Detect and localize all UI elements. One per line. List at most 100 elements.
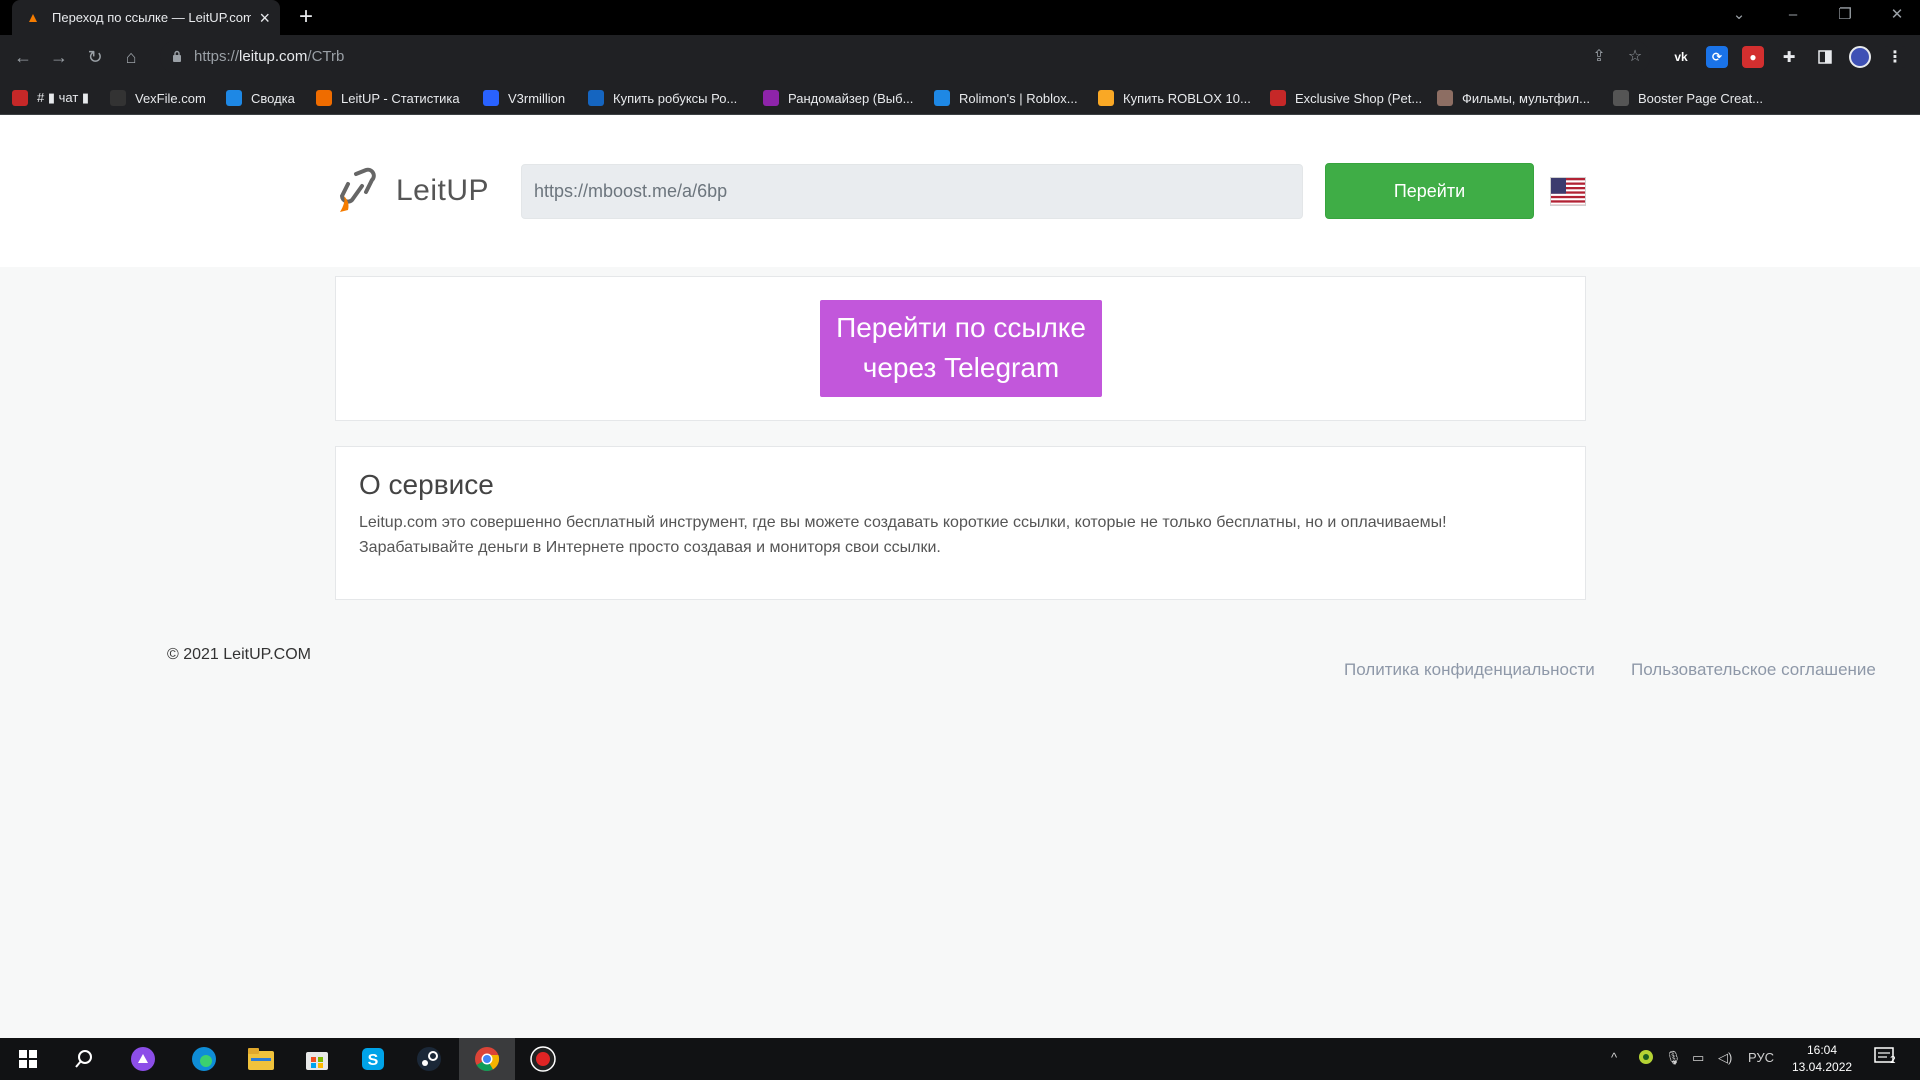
films-icon <box>1437 90 1453 106</box>
randomizer-icon <box>763 90 779 106</box>
bookmark-label: Купить робуксы Ро... <box>613 90 738 106</box>
restore-button[interactable]: ❐ <box>1822 0 1868 32</box>
logo-text: LeitUP <box>396 174 490 207</box>
tray-app-icon[interactable] <box>1638 1049 1654 1068</box>
bookmark-label: Рандомайзер (Выб... <box>788 90 914 106</box>
sync-extension-icon[interactable]: ⟳ <box>1706 46 1728 68</box>
leitup-icon <box>316 90 332 106</box>
about-text: Leitup.com это совершенно бесплатный инс… <box>359 510 1559 560</box>
bookmark-item[interactable]: Сводка <box>226 88 295 108</box>
vexfile-icon <box>110 90 126 106</box>
chrome-icon[interactable] <box>459 1038 515 1080</box>
microphone-icon[interactable]: 🎙 <box>1665 1050 1682 1066</box>
network-icon[interactable]: ▭ <box>1692 1050 1704 1066</box>
bookmark-item[interactable]: # ▮ чат ▮ <box>12 88 89 108</box>
tab-title: Переход по ссылке — LeitUP.com <box>52 10 252 25</box>
rolimons-icon <box>934 90 950 106</box>
taskbar-clock[interactable]: 16:04 13.04.2022 <box>1792 1042 1852 1076</box>
about-title: О сервисе <box>359 469 494 500</box>
site-logo[interactable]: LeitUP <box>336 165 489 217</box>
clock-time: 16:04 <box>1806 1043 1838 1057</box>
bookmark-item[interactable]: Rolimon's | Roblox... <box>934 88 1078 108</box>
chat-icon <box>12 90 28 106</box>
bookmark-label: # ▮ чат ▮ <box>37 90 90 105</box>
file-explorer-icon[interactable] <box>233 1038 289 1080</box>
side-panel-icon[interactable] <box>1814 46 1836 68</box>
short-link-input[interactable] <box>521 164 1303 219</box>
bookmark-item[interactable]: Купить робуксы Ро... <box>588 88 737 108</box>
notification-count: 2 <box>1890 1055 1896 1066</box>
bookmark-star-icon[interactable]: ☆ <box>1622 44 1648 70</box>
roblox-shop-icon <box>1098 90 1114 106</box>
bookmark-label: V3rmillion <box>508 90 566 106</box>
skype-icon[interactable]: S <box>345 1038 401 1080</box>
vk-extension-icon[interactable]: vk <box>1670 46 1692 68</box>
bookmark-item[interactable]: Рандомайзер (Выб... <box>763 88 913 108</box>
close-tab-icon[interactable]: × <box>259 9 270 27</box>
profile-avatar[interactable] <box>1849 46 1871 68</box>
chain-link-icon <box>339 167 376 212</box>
v3rmillion-icon <box>483 90 499 106</box>
bookmark-item[interactable]: Exclusive Shop (Pet... <box>1270 88 1422 108</box>
windows-taskbar: S ^ 🎙 ▭ ◁) РУС 16:04 13.04.2022 2 <box>0 1038 1920 1080</box>
telegram-button-line2: через Telegram <box>862 352 1060 383</box>
notifications-icon[interactable]: 2 <box>1874 1047 1902 1069</box>
us-flag-icon[interactable] <box>1550 177 1586 206</box>
bookmark-label: Booster Page Creat... <box>1638 90 1764 106</box>
bookmark-label: Сводка <box>251 90 295 106</box>
about-line2: Зарабатывайте деньги в Интернете просто … <box>359 539 941 556</box>
tab-bar: Переход по ссылке — LeitUP.com × + ⌄ – ❐… <box>0 0 1920 35</box>
bookmark-item[interactable]: VexFile.com <box>110 88 206 108</box>
screen-recorder-icon[interactable] <box>515 1038 571 1080</box>
bookmark-item[interactable]: Купить ROBLOX 10... <box>1098 88 1251 108</box>
bookmark-item[interactable]: Фильмы, мультфил... <box>1437 88 1590 108</box>
page-content: LeitUP Перейти Перейти по ссылке через T… <box>0 115 1920 1038</box>
about-card: О сервисе Leitup.com это совершенно бесп… <box>335 446 1586 600</box>
back-icon[interactable]: ← <box>8 42 38 72</box>
share-icon[interactable]: ⇪ <box>1586 44 1612 70</box>
exclusive-shop-icon <box>1270 90 1286 106</box>
bookmark-label: Фильмы, мультфил... <box>1462 90 1590 106</box>
url-text: https://leitup.com/CTrb <box>194 48 345 65</box>
windows-start-icon[interactable] <box>0 1038 56 1080</box>
svg-text:S: S <box>368 1052 379 1069</box>
forward-icon[interactable]: → <box>44 42 74 72</box>
extensions-puzzle-icon[interactable]: ✚ <box>1778 46 1800 68</box>
about-line1: Leitup.com это совершенно бесплатный инс… <box>359 514 1447 531</box>
bookmark-label: LeitUP - Статистика <box>341 90 460 106</box>
bookmark-item[interactable]: V3rmillion <box>483 88 565 108</box>
language-indicator[interactable]: РУС <box>1748 1050 1774 1065</box>
close-window-button[interactable]: ✕ <box>1874 0 1920 32</box>
reload-icon[interactable]: ↻ <box>80 42 110 72</box>
edge-browser-icon[interactable] <box>176 1038 232 1080</box>
copyright: © 2021 LeitUP.COM <box>167 646 312 663</box>
tab-search-icon[interactable]: ⌄ <box>1716 0 1762 32</box>
bookmark-label: VexFile.com <box>135 90 206 106</box>
bookmark-item[interactable]: LeitUP - Статистика <box>316 88 460 108</box>
bookmark-item[interactable]: Booster Page Creat... <box>1613 88 1763 108</box>
home-icon[interactable]: ⌂ <box>116 42 146 72</box>
tray-overflow-icon[interactable]: ^ <box>1611 1050 1617 1065</box>
address-bar[interactable]: https://leitup.com/CTrb ⇪ ☆ <box>160 40 1650 74</box>
telegram-card: Перейти по ссылке через Telegram <box>335 276 1586 421</box>
clock-date: 13.04.2022 <box>1792 1060 1853 1074</box>
new-tab-button[interactable]: + <box>292 4 320 32</box>
store-icon[interactable] <box>289 1038 345 1080</box>
telegram-button-line1: Перейти по ссылке <box>836 312 1086 343</box>
bookmarks-bar: # ▮ чат ▮ VexFile.com Сводка LeitUP - Стати… <box>0 80 1920 115</box>
search-icon[interactable] <box>56 1038 112 1080</box>
go-button[interactable]: Перейти <box>1325 163 1534 219</box>
red-extension-icon[interactable]: ● <box>1742 46 1764 68</box>
menu-kebab-icon[interactable]: ⋮ <box>1884 46 1906 68</box>
steam-icon[interactable] <box>401 1038 457 1080</box>
volume-icon[interactable]: ◁) <box>1718 1050 1732 1066</box>
alice-assistant-icon[interactable] <box>115 1038 171 1080</box>
browser-toolbar: ← → ↻ ⌂ https://leitup.com/CTrb ⇪ ☆ vk ⟳… <box>0 35 1920 80</box>
tab-leitup[interactable]: Переход по ссылке — LeitUP.com × <box>12 0 280 35</box>
minimize-button[interactable]: – <box>1770 0 1816 32</box>
telegram-link-button[interactable]: Перейти по ссылке через Telegram <box>820 300 1102 397</box>
privacy-policy-link[interactable]: Политика конфиденциальности <box>1344 660 1595 680</box>
svodka-icon <box>226 90 242 106</box>
user-agreement-link[interactable]: Пользовательское соглашение <box>1631 660 1876 680</box>
bookmark-label: Exclusive Shop (Pet... <box>1295 90 1423 106</box>
